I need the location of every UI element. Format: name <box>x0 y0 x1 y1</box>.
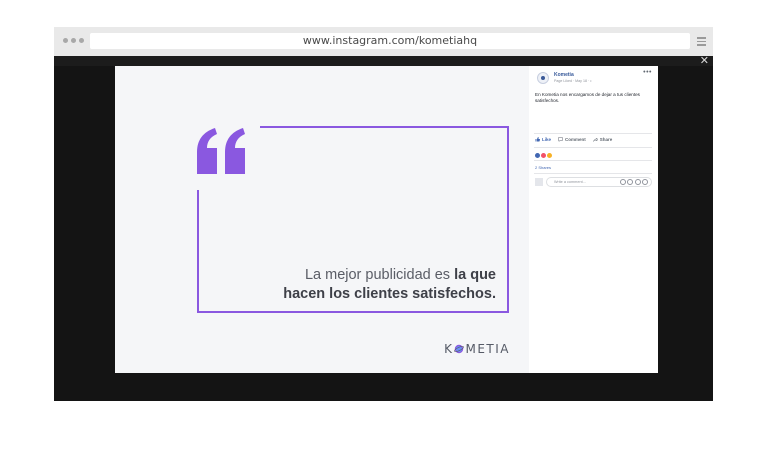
post-text: En Kometia nos encargamos de dejar a tus… <box>535 92 640 103</box>
wow-reaction-icon <box>546 152 553 159</box>
globe-icon: ◐ <box>590 79 593 83</box>
hamburger-menu-icon[interactable] <box>697 37 706 46</box>
quotation-mark-icon <box>197 128 245 174</box>
share-button[interactable]: Share <box>593 137 612 142</box>
window-dot[interactable] <box>63 38 68 43</box>
planet-icon <box>454 344 465 354</box>
kometia-logo: K METIA <box>444 342 510 356</box>
divider <box>534 147 652 148</box>
emoji-icon[interactable] <box>619 179 626 185</box>
camera-icon[interactable] <box>627 179 633 185</box>
sticker-icon[interactable] <box>642 179 648 185</box>
more-options-button[interactable]: ••• <box>643 69 652 76</box>
browser-toolbar: www.instagram.com/kometiahq <box>54 27 713 57</box>
window-controls[interactable] <box>63 38 84 43</box>
comment-icon <box>558 137 563 142</box>
post-meta: Page Liked · May 18 · ◐ <box>554 79 593 83</box>
shares-count-link[interactable]: 2 Shares <box>535 165 551 170</box>
post-image: La mejor publicidad es la que hacen los … <box>115 66 529 373</box>
quote-line1-normal: La mejor publicidad es <box>304 267 455 283</box>
quote-line1-bold: la que <box>454 267 496 283</box>
like-button[interactable]: Like <box>535 137 551 142</box>
avatar <box>535 178 543 186</box>
divider <box>534 173 652 174</box>
window-dot[interactable] <box>79 38 84 43</box>
reaction-icons[interactable] <box>534 152 553 159</box>
quote-line2: hacen los clientes satisfechos. <box>283 286 496 302</box>
address-bar[interactable]: www.instagram.com/kometiahq <box>90 33 690 49</box>
share-icon <box>593 137 598 142</box>
close-icon[interactable]: ✕ <box>700 55 709 67</box>
viewer-top-strip <box>54 56 713 66</box>
comment-tools <box>619 179 648 185</box>
quote-text: La mejor publicidad es la que hacen los … <box>256 266 496 304</box>
comment-button[interactable]: Comment <box>558 137 586 142</box>
window-dot[interactable] <box>71 38 76 43</box>
page-name-link[interactable]: Kometia <box>554 72 574 78</box>
avatar[interactable] <box>537 72 549 84</box>
divider <box>534 133 652 134</box>
comment-composer: Write a comment... <box>534 177 654 188</box>
post-details-panel: Kometia Page Liked · May 18 · ◐ ••• En K… <box>529 66 658 373</box>
logo-text-right: METIA <box>465 342 510 356</box>
gif-icon[interactable] <box>634 179 641 185</box>
thumbs-up-icon <box>535 137 540 142</box>
logo-text-left: K <box>444 342 454 356</box>
divider <box>534 160 652 161</box>
post-header: Kometia Page Liked · May 18 · ◐ ••• <box>529 66 658 94</box>
post-actions: Like Comment Share <box>535 137 653 142</box>
